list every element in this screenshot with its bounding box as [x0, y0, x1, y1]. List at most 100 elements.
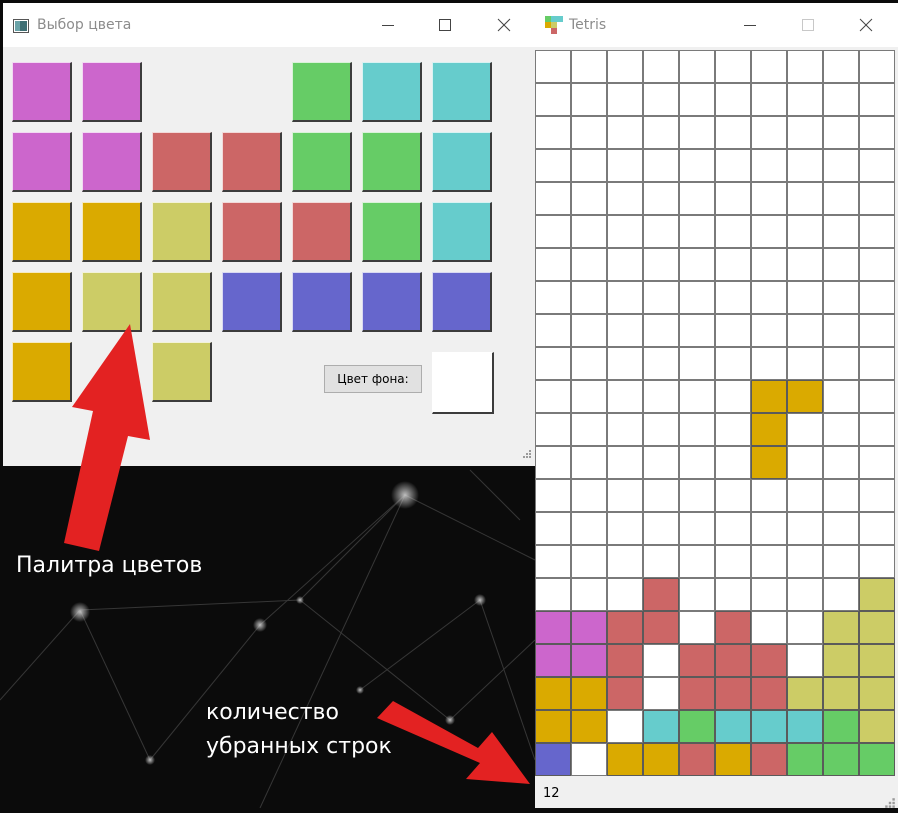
palette-color-tile[interactable] [12, 132, 72, 192]
board-cell [535, 314, 571, 347]
board-cell [571, 380, 607, 413]
board-cell [679, 281, 715, 314]
tetris-board[interactable] [535, 50, 896, 780]
palette-color-tile[interactable] [432, 202, 492, 262]
palette-color-tile[interactable] [222, 272, 282, 332]
board-cell [535, 446, 571, 479]
cleared-rows-caption-line-1: количество [206, 700, 339, 725]
palette-color-tile[interactable] [152, 202, 212, 262]
palette-color-tile[interactable] [362, 272, 422, 332]
board-cell [859, 479, 895, 512]
palette-color-tile[interactable] [292, 202, 352, 262]
status-bar: 12 [535, 780, 898, 808]
palette-color-tile[interactable] [222, 202, 282, 262]
palette-color-tile[interactable] [12, 202, 72, 262]
board-cell [823, 710, 859, 743]
board-cell [715, 116, 751, 149]
palette-color-tile[interactable] [152, 272, 212, 332]
board-cell [535, 182, 571, 215]
board-cell [571, 710, 607, 743]
board-cell [679, 743, 715, 776]
palette-color-tile[interactable] [82, 62, 142, 122]
board-cell [679, 116, 715, 149]
minimize-icon[interactable] [376, 13, 400, 37]
palette-color-tile[interactable] [222, 132, 282, 192]
board-cell [643, 644, 679, 677]
board-cell [751, 479, 787, 512]
palette-color-tile[interactable] [362, 132, 422, 192]
board-cell [643, 50, 679, 83]
board-cell [643, 281, 679, 314]
maximize-icon[interactable] [796, 13, 820, 37]
palette-color-tile[interactable] [152, 342, 212, 402]
palette-color-tile[interactable] [292, 62, 352, 122]
close-icon[interactable] [854, 13, 878, 37]
board-cell [679, 413, 715, 446]
board-cell [643, 611, 679, 644]
palette-title-bar[interactable]: Выбор цвета [3, 3, 535, 47]
board-cell [859, 677, 895, 710]
board-cell [643, 413, 679, 446]
board-cell [787, 743, 823, 776]
board-cell [571, 413, 607, 446]
board-cell [643, 248, 679, 281]
tetris-title-bar[interactable]: Tetris [535, 3, 898, 47]
palette-color-tile[interactable] [292, 132, 352, 192]
board-cell [751, 446, 787, 479]
palette-color-tile[interactable] [152, 132, 212, 192]
palette-color-tile[interactable] [432, 272, 492, 332]
palette-caption: Палитра цветов [16, 553, 203, 578]
board-cell [643, 215, 679, 248]
board-cell [535, 545, 571, 578]
palette-color-tile[interactable] [362, 62, 422, 122]
board-cell [859, 380, 895, 413]
board-cell [823, 50, 859, 83]
board-cell [859, 743, 895, 776]
close-icon[interactable] [492, 13, 516, 37]
palette-color-tile[interactable] [12, 272, 72, 332]
board-cell [751, 578, 787, 611]
board-cell [823, 182, 859, 215]
palette-color-tile[interactable] [432, 132, 492, 192]
board-cell [535, 83, 571, 116]
board-cell [787, 578, 823, 611]
board-cell [823, 479, 859, 512]
board-cell [535, 215, 571, 248]
window-app-icon [13, 18, 29, 37]
board-cell [715, 545, 751, 578]
board-cell [859, 281, 895, 314]
board-cell [535, 248, 571, 281]
board-cell [679, 380, 715, 413]
board-cell [679, 479, 715, 512]
resize-grip-icon[interactable] [884, 794, 896, 808]
board-cell [715, 743, 751, 776]
board-cell [787, 479, 823, 512]
board-cell [679, 644, 715, 677]
board-cell [571, 248, 607, 281]
board-cell [607, 149, 643, 182]
palette-color-tile[interactable] [82, 272, 142, 332]
board-cell [787, 248, 823, 281]
maximize-icon[interactable] [433, 13, 457, 37]
board-cell [571, 611, 607, 644]
palette-color-tile[interactable] [292, 272, 352, 332]
background-color-button[interactable]: Цвет фона: [324, 365, 422, 393]
board-cell [679, 512, 715, 545]
palette-color-tile[interactable] [82, 132, 142, 192]
resize-grip-icon[interactable] [522, 444, 532, 463]
palette-color-tile[interactable] [432, 62, 492, 122]
palette-color-tile[interactable] [12, 342, 72, 402]
board-cell [859, 83, 895, 116]
board-cell [787, 215, 823, 248]
minimize-icon[interactable] [738, 13, 762, 37]
board-cell [535, 116, 571, 149]
palette-window-title: Выбор цвета [37, 17, 132, 33]
palette-color-tile[interactable] [12, 62, 72, 122]
palette-color-tile[interactable] [362, 202, 422, 262]
board-cell [787, 281, 823, 314]
background-color-swatch[interactable] [432, 352, 494, 414]
board-cell [787, 677, 823, 710]
board-cell [571, 281, 607, 314]
board-cell [715, 182, 751, 215]
palette-color-tile[interactable] [82, 202, 142, 262]
